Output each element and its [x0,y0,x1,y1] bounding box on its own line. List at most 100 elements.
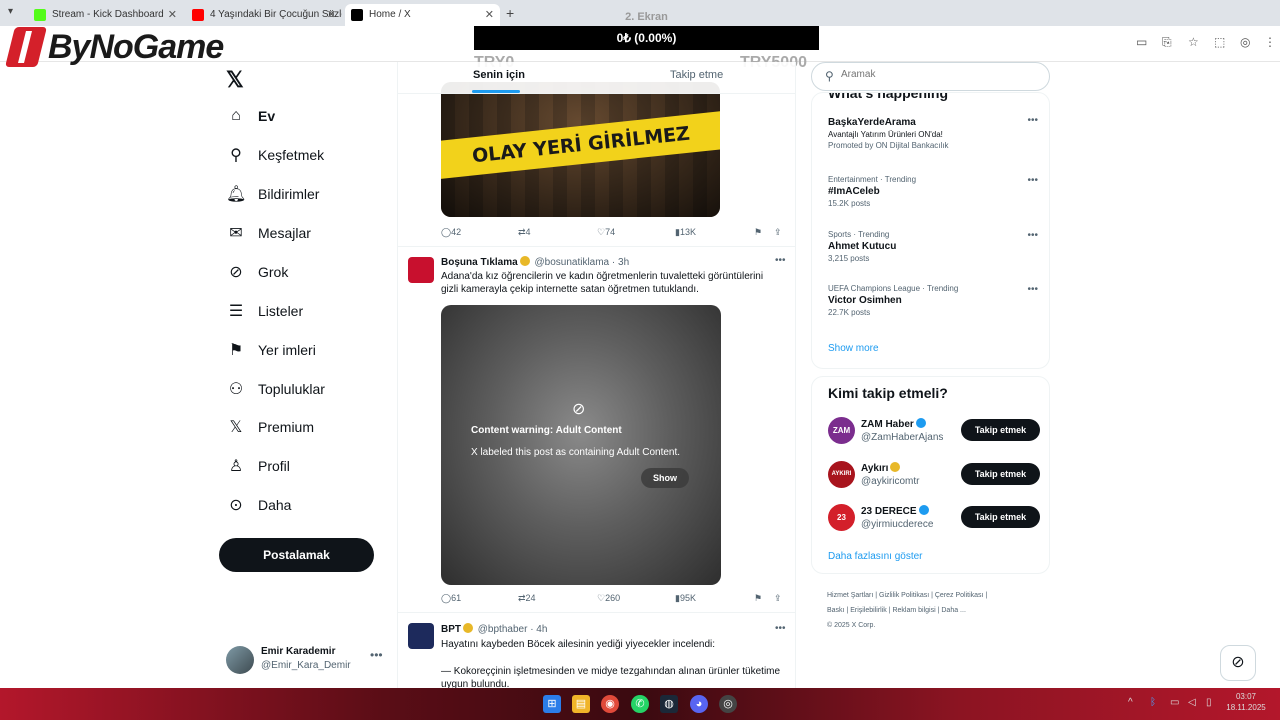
post-image[interactable]: OLAY YERİ GİRİLMEZ [441,82,720,217]
nav-profile[interactable]: ♙ Profil [226,451,290,481]
search-box[interactable]: ⚲ [811,62,1050,91]
tab-youtube[interactable]: 4 Yaşındaki Bir Çocuğun Sözlerin ✕ [186,4,342,26]
nav-label: Ev [258,108,276,124]
battery-icon[interactable]: ▯ [1206,697,1212,708]
x-logo-icon[interactable]: 𝕏 [226,67,244,93]
author-handle[interactable]: @bosunatiklama · 3h [534,257,629,268]
promoted-label: Promoted by ON Dijital Bankacılık [828,141,949,150]
follow-button[interactable]: Takip etmek [961,506,1040,528]
trend-count: 22.7K posts [828,308,871,317]
trends-panel: What's happening BaşkaYerdeArama Avantaj… [811,92,1050,369]
account-suggestion[interactable]: 23 23 DERECE @yirmiucderece Takip etmek [828,504,1043,534]
account-suggestion[interactable]: ZAM ZAM Haber @ZamHaberAjans Takip etmek [828,417,1043,447]
reply-button[interactable]: ◯ 42 [441,227,461,238]
author-handle[interactable]: @bpthaber · 4h [478,624,548,635]
discord-icon[interactable]: ◕ [690,695,708,713]
profile-icon[interactable]: ◎ [1240,35,1250,49]
avatar[interactable] [408,623,434,649]
nav-grok[interactable]: ⊘ Grok [226,257,288,287]
tab-for-you[interactable]: Senin için [473,69,525,81]
trend-name: Victor Osimhen [828,295,902,306]
user-name: Emir Karademir [261,646,336,657]
file-explorer-icon[interactable]: ▤ [572,695,590,713]
translate-icon[interactable]: ⎘ [1162,35,1172,50]
more-icon[interactable]: ••• [1027,175,1038,186]
like-button[interactable]: ♡ 74 [597,227,615,238]
tab-kick[interactable]: Stream - Kick Dashboard ✕ [28,4,183,26]
search-input[interactable] [841,69,1031,80]
windows-start-icon[interactable]: ⊞ [543,695,561,713]
close-icon[interactable]: ✕ [327,4,336,26]
like-count: 260 [605,593,621,603]
follow-button[interactable]: Takip etmek [961,463,1040,485]
nav-lists[interactable]: ☰ Listeler [226,296,303,326]
repost-button[interactable]: ⇄ 4 [518,227,531,238]
bluetooth-icon[interactable]: ᛒ [1150,697,1156,708]
avatar [226,646,254,674]
account-switcher[interactable]: Emir Karademir @Emir_Kara_Demir ••• [226,644,386,674]
bookmark-icon[interactable]: ⚑ [754,593,762,604]
more-icon[interactable]: ••• [775,623,786,634]
clock[interactable]: 03:07 18.11.2025 [1222,691,1270,713]
like-button[interactable]: ♡ 260 [597,593,620,604]
more-icon[interactable]: ••• [370,648,383,662]
sensitive-media[interactable]: ⊘ Content warning: Adult Content X label… [441,305,721,585]
nav-home[interactable]: ⌂ Ev [226,101,275,131]
nav-explore[interactable]: ⚲ Keşfetmek [226,140,324,170]
whatsapp-icon[interactable]: ✆ [631,695,649,713]
post-actions: ◯ 61 ⇄ 24 ♡ 260 ▮ 95K ⚑ ⇪ [441,593,789,609]
star-icon[interactable]: ☆ [1188,35,1199,49]
trend-item[interactable]: Sports · Trending Ahmet Kutucu 3,215 pos… [828,230,1038,263]
nav-more[interactable]: ⊙ Daha [226,490,291,520]
views-button[interactable]: ▮ 13K [675,227,696,238]
reply-button[interactable]: ◯ 61 [441,593,461,604]
list-icon: ☰ [228,303,244,320]
show-more-link[interactable]: Daha fazlasını göster [828,551,923,562]
network-icon[interactable]: ▭ [1170,697,1179,708]
steam-icon[interactable]: ◍ [660,695,678,713]
more-icon[interactable]: ••• [1027,115,1038,126]
more-icon[interactable]: ••• [775,255,786,266]
chevron-up-icon[interactable]: ^ [1128,697,1133,708]
nav-bookmarks[interactable]: ⚑ Yer imleri [226,335,316,365]
trend-item[interactable]: BaşkaYerdeArama Avantajlı Yatırım Ürünle… [828,115,1038,150]
footer-line[interactable]: Hizmet Şartları | Gizlilik Politikası | … [827,588,1037,603]
share-icon[interactable]: ⇪ [774,227,782,238]
volume-icon[interactable]: ◁ [1188,697,1196,708]
author-name[interactable]: BPT [441,624,461,635]
avatar[interactable] [408,257,434,283]
grok-icon[interactable]: ⊘ [1220,645,1256,681]
post-button[interactable]: Postalamak [219,538,374,572]
show-button[interactable]: Show [641,468,689,488]
follow-button[interactable]: Takip etmek [961,419,1040,441]
post-header: Boşuna Tıklama @bosunatiklama · 3h [441,256,629,268]
tab-following[interactable]: Takip etme [670,69,723,81]
chrome-icon[interactable]: ◉ [601,695,619,713]
trend-meta: Entertainment · Trending [828,175,917,184]
nav-premium[interactable]: 𝕏 Premium [226,412,314,442]
views-button[interactable]: ▮ 95K [675,593,696,604]
nav-communities[interactable]: ⚇ Topluluklar [226,374,325,404]
more-icon[interactable]: ••• [1027,284,1038,295]
share-icon[interactable]: ⇪ [774,593,782,604]
tab-list-icon[interactable]: ▾ [8,6,13,17]
account-suggestion[interactable]: AYKIRI Aykırı @aykiricomtr Takip etmek [828,461,1043,491]
show-more-link[interactable]: Show more [828,343,879,354]
cast-icon[interactable]: ▭ [1136,35,1147,49]
extensions-icon[interactable]: ⬚ [1214,35,1225,49]
footer-line[interactable]: Baskı | Erişilebilirlik | Reklam bilgisi… [827,603,1037,618]
nav-notifications[interactable]: 🔔︎ Bildirimler [226,179,319,209]
bookmark-icon[interactable]: ⚑ [754,227,762,238]
trend-item[interactable]: UEFA Champions League · Trending Victor … [828,284,1038,317]
more-icon[interactable]: ••• [1027,230,1038,241]
author-name[interactable]: Boşuna Tıklama [441,257,518,268]
obs-icon[interactable]: ◎ [719,695,737,713]
nav-label: Listeler [258,303,304,319]
trend-item[interactable]: Entertainment · Trending #ImACeleb 15.2K… [828,175,1038,208]
trend-meta: UEFA Champions League · Trending [828,284,959,293]
trends-title: What's happening [828,92,948,101]
nav-messages[interactable]: ✉ Mesajlar [226,218,311,248]
repost-button[interactable]: ⇄ 24 [518,593,536,604]
close-icon[interactable]: ✕ [168,4,177,26]
menu-icon[interactable]: ⋮ [1264,35,1276,49]
